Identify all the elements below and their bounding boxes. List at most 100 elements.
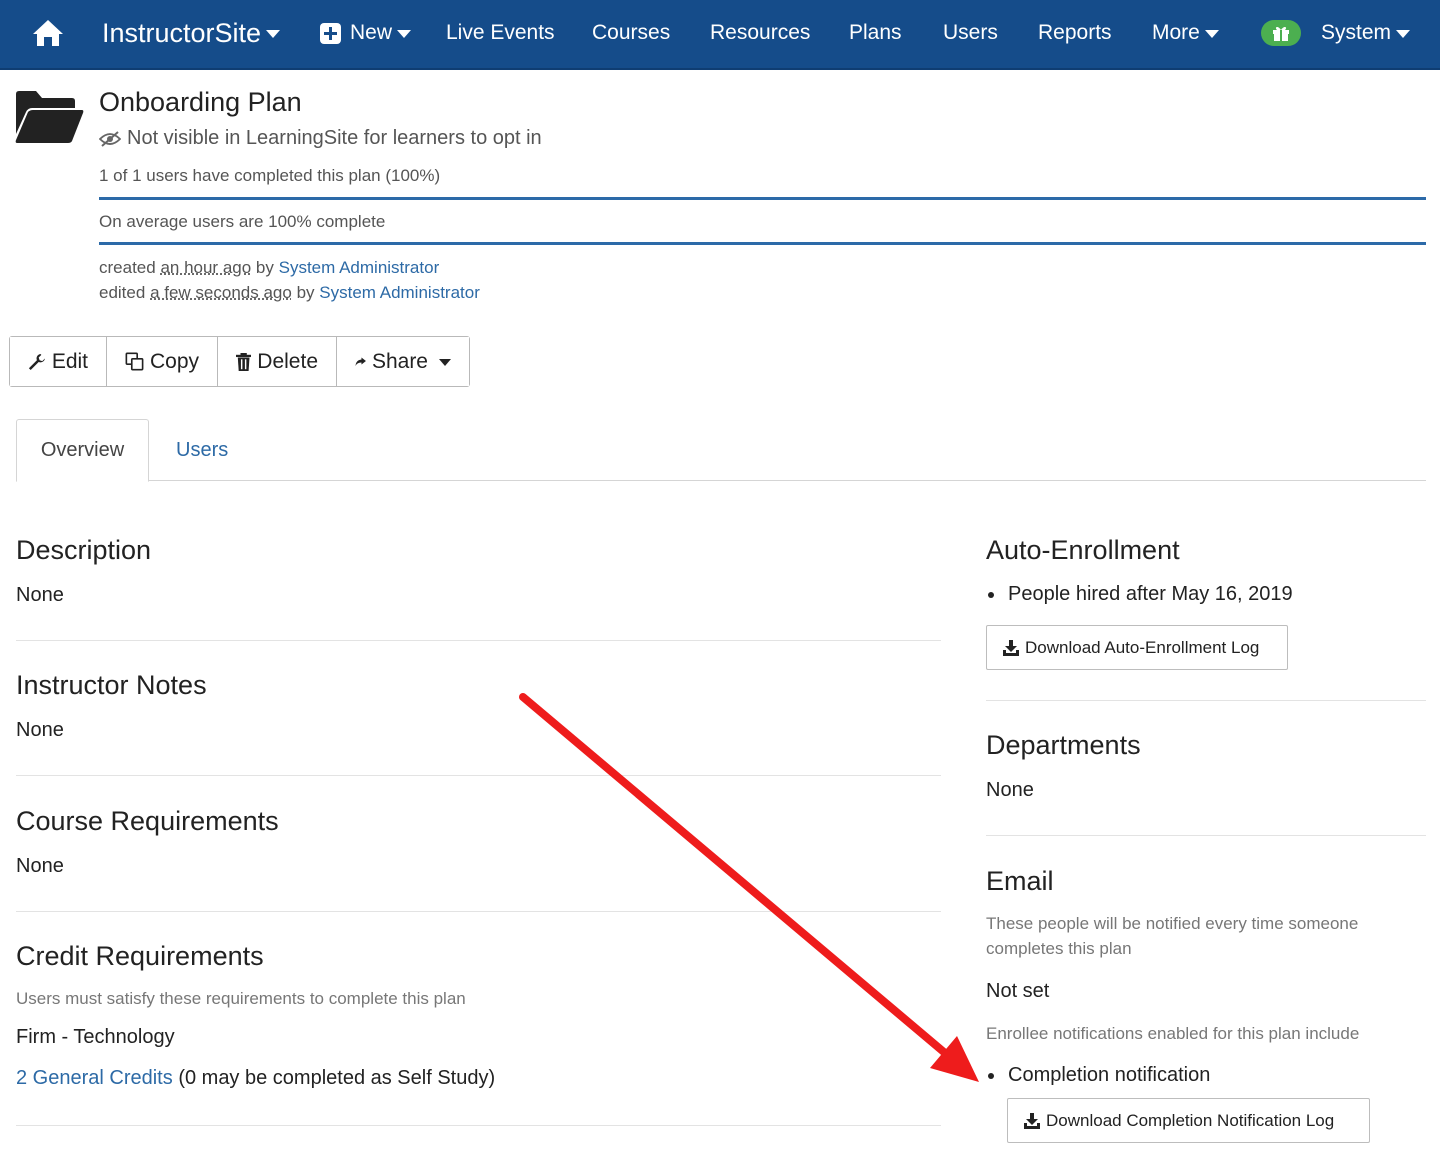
completed-progress-bar [99,197,1426,200]
brand-menu[interactable]: InstructorSite [102,0,281,66]
nav-more-menu[interactable]: More [1152,0,1219,66]
download-completion-notification-log-button[interactable]: Download Completion Notification Log [1007,1098,1370,1143]
average-stat: On average users are 100% complete [99,212,386,231]
home-icon [33,20,63,46]
gift-icon [1273,26,1289,41]
download-icon [1024,1112,1040,1129]
completion-notification-text: Completion notification [1008,1064,1211,1086]
new-menu[interactable]: New [320,0,412,66]
edited-label: edited [99,283,146,302]
created-by-label: by [255,258,274,277]
visibility-text: Not visible in LearningSite for learners… [127,127,542,149]
section-divider [16,775,941,776]
auto-enrollment-heading: Auto-Enrollment [986,535,1180,565]
instructor-notes-heading: Instructor Notes [16,670,207,700]
copy-label: Copy [149,349,199,373]
new-label: New [350,21,393,44]
section-divider [986,835,1426,836]
share-icon [355,357,366,366]
nav-resources-label: Resources [710,21,811,44]
created-by-link[interactable]: System Administrator [279,258,440,277]
completed-stat: 1 of 1 users have completed this plan (1… [99,166,441,185]
auto-enrollment-rule-text: People hired after May 16, 2019 [1008,583,1293,605]
nav-live-events[interactable]: Live Events [446,0,555,66]
download-auto-enrollment-log-label: Download Auto-Enrollment Log [1025,637,1260,657]
copy-icon [125,352,144,371]
nav-more-label: More [1152,21,1200,44]
section-divider [16,911,941,912]
course-requirements-heading: Course Requirements [16,806,279,836]
download-completion-notification-log-label: Download Completion Notification Log [1046,1110,1335,1130]
tab-users-label: Users [176,438,229,461]
page-title: Onboarding Plan [99,87,302,117]
section-divider [16,1125,941,1126]
completed-progress-fill [99,197,1426,200]
tab-overview-label: Overview [40,439,125,461]
nav-reports[interactable]: Reports [1038,0,1112,66]
enrollee-notifications-help: Enrollee notifications enabled for this … [986,1024,1360,1043]
average-progress-fill [99,242,1426,245]
top-navbar: InstructorSite New Live Events Courses R… [0,0,1440,70]
email-value: Not set [986,980,1050,1002]
credit-requirements-heading: Credit Requirements [16,941,264,971]
download-auto-enrollment-log-button[interactable]: Download Auto-Enrollment Log [986,625,1288,670]
general-credits-link[interactable]: 2 General Credits [16,1067,173,1089]
nav-users-label: Users [943,21,998,44]
edited-by-link[interactable]: System Administrator [319,283,480,302]
created-label: created [99,258,156,277]
nav-reports-label: Reports [1038,21,1112,44]
annotation-arrow-head [930,1036,979,1082]
created-time: an hour ago [160,258,252,277]
nav-plans[interactable]: Plans [849,0,902,66]
wrench-icon [28,353,45,370]
chevron-down-icon [439,359,451,366]
copy-button[interactable]: Copy [107,337,218,386]
credit-requirements-help: Users must satisfy these requirements to… [16,989,466,1008]
gift-button[interactable] [1261,0,1301,66]
departments-heading: Departments [986,730,1141,760]
action-button-group: Edit Copy Delete Share [9,336,470,387]
completion-notification-item: Completion notification [986,1064,1210,1087]
system-label: System [1321,21,1392,44]
folder-open-icon [15,91,84,143]
nav-courses[interactable]: Courses [592,0,670,66]
average-progress-bar [99,242,1426,245]
home-button[interactable] [32,0,64,66]
edited-time: a few seconds ago [150,283,292,302]
visibility-status: Not visible in LearningSite for learners… [99,127,542,150]
share-label: Share [371,349,428,373]
edit-label: Edit [51,349,88,373]
email-help: These people will be notified every time… [986,914,1359,958]
created-meta: created an hour ago by System Administra… [99,258,439,278]
brand-name: InstructorSite [102,17,262,48]
nav-resources[interactable]: Resources [710,0,810,66]
section-divider [16,640,941,641]
credit-group-name: Firm - Technology [16,1026,175,1048]
email-heading: Email [986,866,1054,896]
plus-square-icon [320,22,341,44]
tab-users[interactable]: Users [176,419,228,481]
instructor-notes-value: None [16,719,64,741]
chevron-down-icon [397,30,412,38]
edited-by-label: by [296,283,315,302]
edit-button[interactable]: Edit [10,337,107,386]
nav-courses-label: Courses [592,21,671,44]
credit-requirement-line: 2 General Credits (0 may be completed as… [16,1067,495,1090]
annotation-arrow-shaft [519,693,949,1057]
nav-live-events-label: Live Events [446,21,555,44]
delete-button[interactable]: Delete [218,337,337,386]
course-requirements-value: None [16,855,64,877]
edited-meta: edited a few seconds ago by System Admin… [99,283,480,303]
description-value: None [16,584,64,606]
tab-overview[interactable]: Overview [16,419,149,482]
chevron-down-icon [266,30,281,38]
download-icon [1003,639,1019,656]
share-button[interactable]: Share [337,337,469,386]
nav-users[interactable]: Users [943,0,998,66]
nav-plans-label: Plans [849,21,902,44]
auto-enrollment-rule: People hired after May 16, 2019 [986,583,1293,606]
departments-value: None [986,779,1034,801]
system-menu[interactable]: System [1321,0,1411,66]
description-heading: Description [16,535,152,565]
chevron-down-icon [1204,30,1219,38]
